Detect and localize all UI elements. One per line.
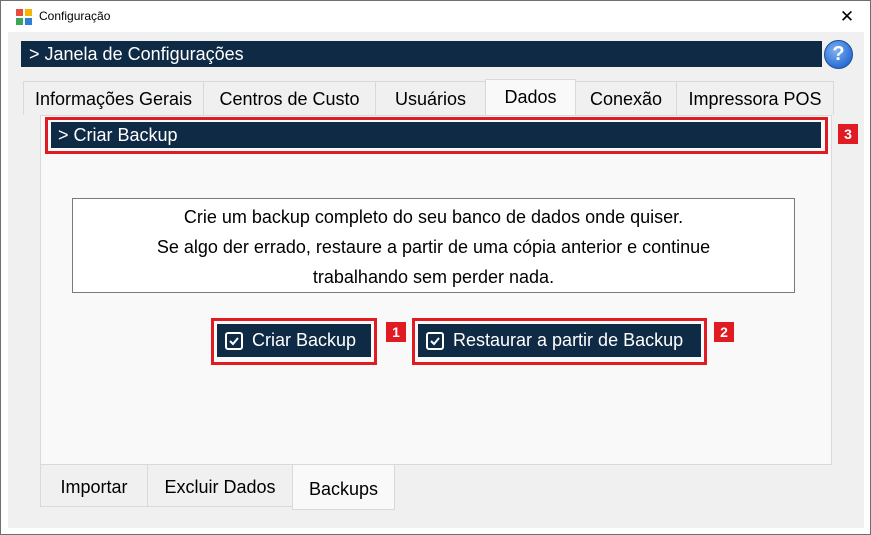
- tab-importar[interactable]: Importar: [40, 465, 148, 507]
- tab-excluir-dados[interactable]: Excluir Dados: [147, 465, 293, 507]
- help-icon[interactable]: ?: [824, 40, 853, 69]
- tab-impressora-pos[interactable]: Impressora POS: [676, 81, 834, 115]
- tab-usuarios[interactable]: Usuários: [375, 81, 486, 115]
- tab-dados[interactable]: Dados: [485, 79, 576, 115]
- annotation-badge-3: 3: [838, 124, 858, 144]
- description-line-2: Se algo der errado, restaure a partir de…: [156, 237, 711, 257]
- checkbox-check-icon: [426, 332, 444, 350]
- tab-centros-de-custo[interactable]: Centros de Custo: [203, 81, 376, 115]
- checkbox-check-icon: [225, 332, 243, 350]
- description-box: Crie um backup completo do seu banco de …: [72, 198, 795, 293]
- restore-backup-label: Restaurar a partir de Backup: [453, 330, 684, 350]
- app-logo-icon: [16, 9, 32, 25]
- create-backup-label: Criar Backup: [252, 330, 357, 350]
- close-icon: ✕: [839, 7, 855, 26]
- window-title: Configuração: [39, 9, 111, 23]
- create-backup-button[interactable]: Criar Backup: [217, 324, 371, 357]
- configuration-window: Configuração ✕ > Janela de Configurações…: [0, 0, 871, 535]
- tab-panel-dados: > Criar Backup 3 Crie um backup completo…: [40, 115, 858, 465]
- page-title: > Janela de Configurações: [21, 41, 822, 67]
- highlight-box-3: [45, 117, 828, 154]
- annotation-badge-1: 1: [386, 322, 406, 342]
- window-client-area: > Janela de Configurações ? Informações …: [8, 32, 864, 528]
- title-bar: Configuração ✕: [1, 1, 870, 32]
- tab-informacoes-gerais[interactable]: Informações Gerais: [23, 81, 204, 115]
- restore-backup-button[interactable]: Restaurar a partir de Backup: [418, 324, 701, 357]
- tab-backups[interactable]: Backups: [292, 465, 395, 510]
- annotation-badge-2: 2: [714, 322, 734, 342]
- description-line-1: Crie um backup completo do seu banco de …: [183, 207, 684, 227]
- close-button[interactable]: ✕: [824, 1, 870, 32]
- tab-conexao[interactable]: Conexão: [575, 81, 677, 115]
- description-line-3: trabalhando sem perder nada.: [312, 267, 555, 287]
